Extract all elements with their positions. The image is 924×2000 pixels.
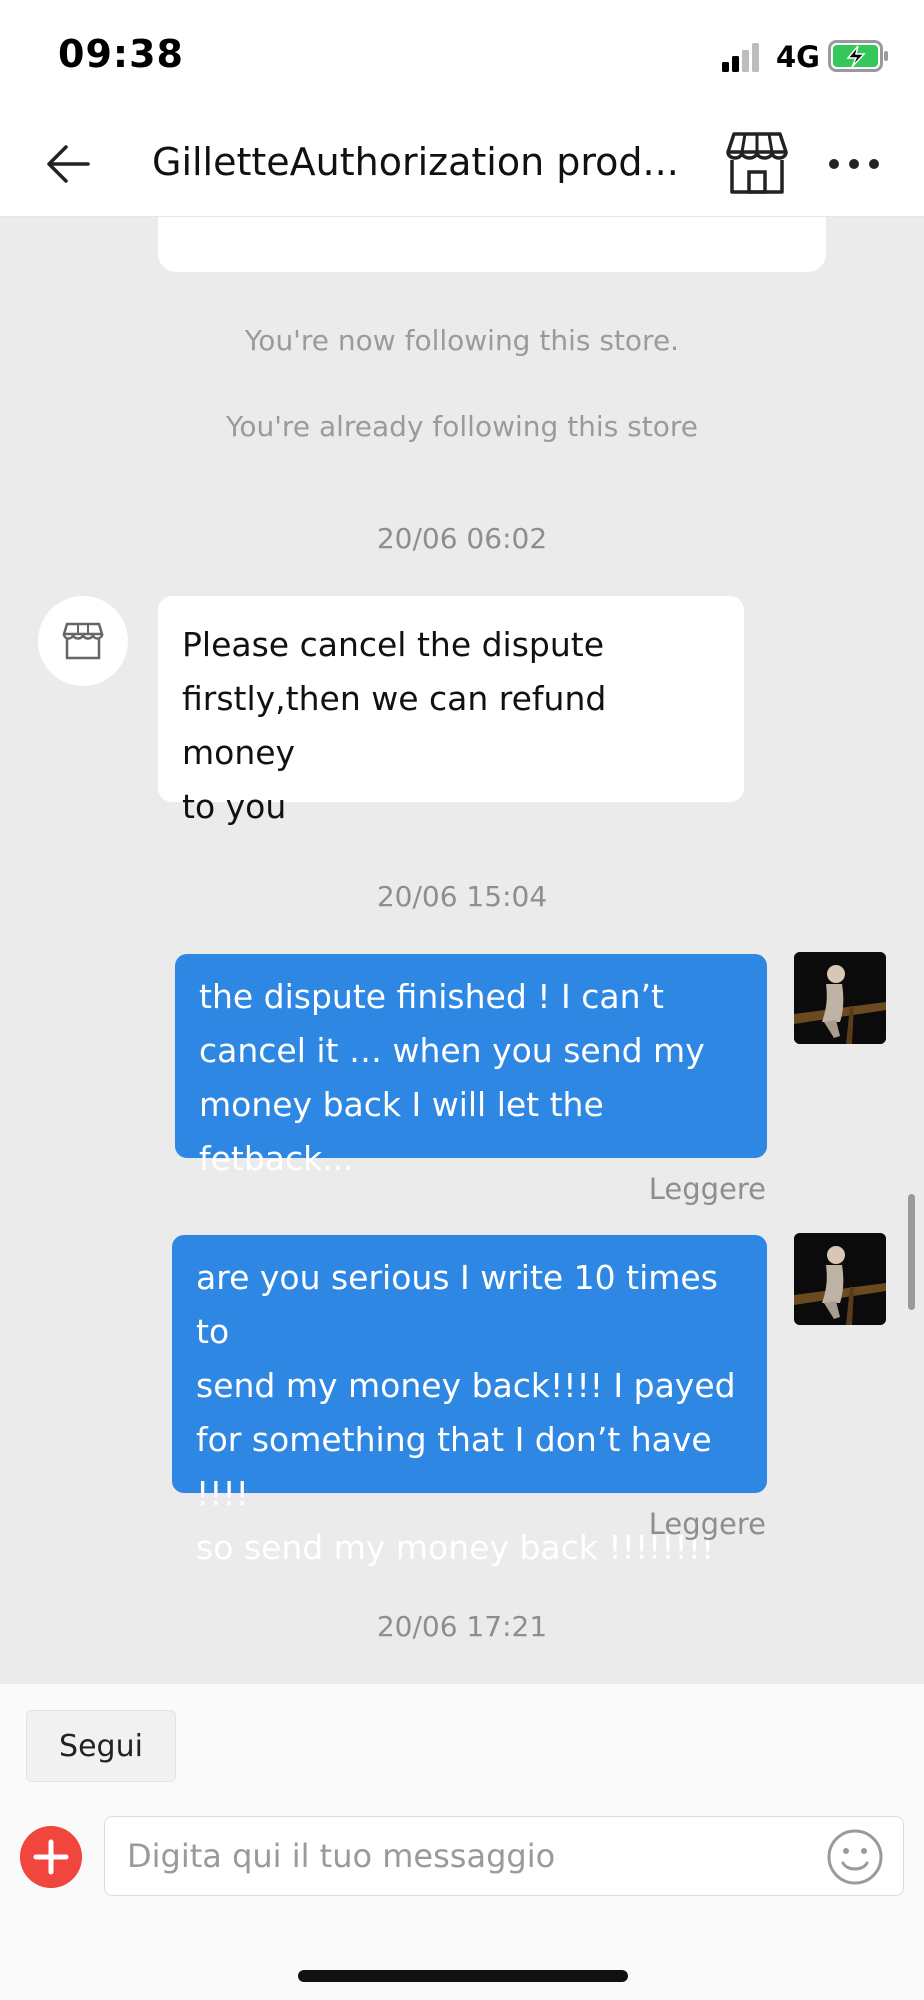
user-avatar[interactable] [794, 952, 886, 1044]
message-input[interactable] [127, 1817, 817, 1895]
system-message: You're now following this store. [244, 324, 680, 357]
emoji-icon[interactable] [825, 1827, 885, 1887]
system-message: You're already following this store [225, 410, 699, 443]
back-arrow-icon[interactable] [40, 134, 100, 194]
message-line: Please cancel the dispute [182, 625, 605, 664]
message-input-container [104, 1816, 904, 1896]
status-time: 09:38 [58, 32, 184, 76]
message-line: firstly,then we can refund money [182, 679, 607, 772]
message-timestamp: 20/06 17:21 [376, 1610, 548, 1643]
network-type: 4G [776, 40, 820, 74]
read-status: Leggere [648, 1172, 766, 1206]
user-photo [794, 1233, 886, 1325]
message-timestamp: 20/06 15:04 [376, 880, 548, 913]
chat-screen: 09:38 4G GilletteAuthorization prod... Y… [0, 0, 924, 2000]
message-line: money back I will let the fetback... [199, 1085, 604, 1178]
message-line: for something that I don’t have !!!! [196, 1420, 712, 1513]
battery-charging-icon [828, 40, 888, 72]
add-plus-icon[interactable] [20, 1826, 82, 1888]
user-avatar[interactable] [794, 1233, 886, 1325]
message-timestamp: 20/06 06:02 [376, 522, 548, 555]
message-line: the dispute finished ! I can’t [199, 977, 664, 1016]
store-avatar[interactable] [38, 596, 128, 686]
message-line: to you [182, 787, 287, 826]
chat-header: GilletteAuthorization prod... [0, 110, 924, 216]
message-line: send my money back!!!! I payed [196, 1366, 736, 1405]
user-photo [794, 952, 886, 1044]
message-line: are you serious I write 10 times to [196, 1258, 718, 1351]
composer-bar: Segui [0, 1684, 924, 2000]
scrollbar[interactable] [908, 1194, 915, 1310]
store-icon [62, 622, 104, 660]
read-status: Leggere [648, 1507, 766, 1541]
outgoing-message-bubble[interactable]: the dispute finished ! I can’t cancel it… [175, 954, 767, 1178]
message-line: cancel it … when you send my [199, 1031, 705, 1070]
chat-message-area[interactable]: You're now following this store. You're … [0, 216, 924, 1684]
home-indicator[interactable] [298, 1970, 628, 1982]
store-icon[interactable] [722, 128, 792, 198]
product-card [158, 216, 826, 272]
outgoing-message-bubble[interactable]: are you serious I write 10 times to send… [172, 1235, 767, 1567]
follow-button[interactable]: Segui [26, 1710, 176, 1782]
chat-title: GilletteAuthorization prod... [152, 140, 679, 184]
incoming-message-bubble[interactable]: Please cancel the dispute firstly,then w… [158, 596, 744, 826]
more-options-icon[interactable] [822, 144, 886, 184]
signal-icon [722, 43, 759, 72]
status-bar: 09:38 4G [0, 0, 924, 110]
